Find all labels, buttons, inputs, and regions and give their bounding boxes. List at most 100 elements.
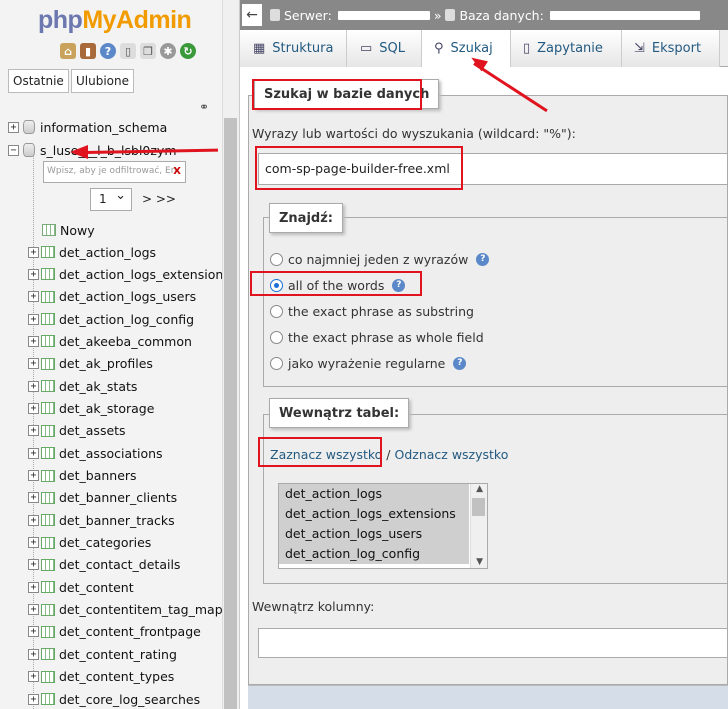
table-label[interactable]: det_banner_tracks: [59, 513, 175, 528]
collapse-icon[interactable]: −: [8, 144, 19, 156]
table-icon[interactable]: [41, 246, 55, 258]
table-icon[interactable]: [41, 514, 55, 527]
table-icon[interactable]: [41, 335, 55, 348]
table-row[interactable]: + det_ak_profiles: [28, 353, 153, 375]
next-page-link[interactable]: > >>: [142, 192, 176, 206]
table-row[interactable]: + det_content: [28, 576, 134, 598]
search-option-row[interactable]: the exact phrase as whole field: [270, 328, 484, 348]
database-label[interactable]: Baza danych:: [459, 8, 543, 23]
table-label[interactable]: det_action_logs_users: [59, 289, 196, 304]
table-label[interactable]: det_associations: [59, 446, 163, 461]
settings-icon[interactable]: ✱: [160, 43, 176, 59]
search-option-row[interactable]: co najmniej jeden z wyrazów?: [270, 249, 490, 269]
clear-filter-icon[interactable]: X: [173, 166, 181, 177]
unselect-all-link[interactable]: Odznacz wszystko: [395, 447, 509, 462]
table-label[interactable]: det_content_frontpage: [59, 624, 201, 639]
table-icon[interactable]: [41, 313, 55, 326]
table-icon[interactable]: [41, 357, 55, 370]
table-row[interactable]: + det_content_rating: [28, 643, 177, 665]
back-arrow-icon[interactable]: ←: [242, 4, 262, 26]
expand-icon[interactable]: +: [28, 604, 39, 616]
table-icon[interactable]: [41, 581, 55, 594]
table-label[interactable]: det_content_types: [59, 669, 174, 684]
column-input[interactable]: [258, 628, 728, 658]
table-label[interactable]: det_action_logs_extension: [59, 267, 223, 282]
table-icon[interactable]: [41, 648, 55, 661]
table-row[interactable]: + det_banner_tracks: [28, 509, 175, 531]
table-option[interactable]: det_action_logs_extensions: [279, 504, 469, 524]
page-select[interactable]: 1: [90, 185, 132, 211]
expand-icon[interactable]: +: [8, 121, 19, 133]
radio-button[interactable]: [270, 357, 283, 371]
table-icon[interactable]: [41, 424, 55, 437]
radio-button[interactable]: [270, 252, 283, 266]
expand-icon[interactable]: +: [28, 581, 39, 593]
table-row[interactable]: + det_assets: [28, 420, 126, 442]
table-icon[interactable]: [41, 380, 55, 393]
table-label[interactable]: det_ak_storage: [59, 401, 154, 416]
table-label[interactable]: det_core_log_searches: [59, 692, 200, 707]
expand-icon[interactable]: +: [28, 380, 39, 392]
tab-query[interactable]: ▯ Zapytanie: [511, 30, 622, 67]
table-label[interactable]: det_ak_profiles: [59, 356, 153, 371]
table-option[interactable]: det_action_logs: [279, 484, 469, 504]
table-label[interactable]: det_contentitem_tag_map: [59, 602, 223, 617]
radio-button[interactable]: [270, 304, 283, 318]
expand-icon[interactable]: +: [28, 447, 39, 459]
expand-icon[interactable]: +: [28, 402, 39, 414]
list-scrollbar-thumb[interactable]: [472, 498, 485, 516]
table-option[interactable]: det_action_logs_users: [279, 524, 469, 544]
table-label[interactable]: det_content_rating: [59, 647, 177, 662]
expand-icon[interactable]: +: [28, 268, 39, 280]
tab-search[interactable]: ⚲ Szukaj: [422, 30, 511, 68]
table-icon[interactable]: [41, 603, 55, 616]
reload-icon[interactable]: ↻: [180, 43, 196, 59]
table-icon[interactable]: [41, 670, 55, 683]
home-icon[interactable]: ⌂: [60, 43, 76, 59]
table-icon[interactable]: [41, 290, 55, 303]
table-row[interactable]: + det_action_logs: [28, 241, 156, 263]
radio-label[interactable]: the exact phrase as substring: [288, 304, 474, 319]
table-label[interactable]: det_categories: [59, 535, 151, 550]
expand-icon[interactable]: +: [28, 693, 39, 705]
table-row[interactable]: + det_associations: [28, 442, 163, 464]
tables-multiselect[interactable]: det_action_logs det_action_logs_extension…: [278, 483, 488, 569]
expand-icon[interactable]: +: [28, 514, 39, 526]
expand-icon[interactable]: +: [28, 626, 39, 638]
table-row[interactable]: + det_akeeba_common: [28, 330, 192, 352]
table-row[interactable]: + det_banner_clients: [28, 487, 177, 509]
server-label[interactable]: Serwer:: [284, 8, 332, 23]
table-label[interactable]: det_akeeba_common: [59, 334, 192, 349]
table-icon[interactable]: [41, 625, 55, 638]
expand-icon[interactable]: +: [28, 335, 39, 347]
radio-label[interactable]: jako wyrażenie regularne: [288, 356, 445, 371]
table-row[interactable]: + det_action_logs_users: [28, 286, 196, 308]
help-icon[interactable]: ?: [476, 252, 490, 266]
nav-scrollbar-thumb[interactable]: [224, 118, 237, 709]
expand-icon[interactable]: +: [28, 537, 39, 549]
list-scrollbar[interactable]: [470, 484, 487, 568]
table-icon[interactable]: [41, 447, 55, 460]
table-row[interactable]: + det_action_logs_extension: [28, 263, 223, 285]
table-label[interactable]: det_ak_stats: [59, 379, 137, 394]
copy-icon[interactable]: ❐: [140, 43, 156, 59]
table-icon[interactable]: [41, 402, 55, 415]
table-label[interactable]: det_banner_clients: [59, 490, 177, 505]
search-option-row[interactable]: the exact phrase as substring: [270, 301, 474, 321]
table-row[interactable]: + det_contentitem_tag_map: [28, 599, 223, 621]
expand-icon[interactable]: +: [28, 648, 39, 660]
recent-button[interactable]: Ostatnie: [8, 69, 69, 93]
table-label[interactable]: det_contact_details: [59, 557, 180, 572]
scroll-up-icon[interactable]: ▲: [476, 484, 483, 494]
tab-structure[interactable]: ▦ Struktura: [240, 30, 347, 67]
expand-icon[interactable]: +: [28, 291, 39, 303]
new-table-row[interactable]: Nowy: [40, 219, 95, 241]
help-icon[interactable]: ?: [453, 357, 467, 371]
expand-icon[interactable]: +: [28, 492, 39, 504]
db-row-information-schema[interactable]: + information_schema: [8, 116, 167, 138]
table-icon[interactable]: [41, 693, 55, 705]
table-label[interactable]: det_assets: [59, 423, 126, 438]
expand-icon[interactable]: +: [28, 246, 39, 258]
tab-sql[interactable]: ▭ SQL: [347, 30, 422, 67]
new-table-label[interactable]: Nowy: [60, 223, 95, 238]
